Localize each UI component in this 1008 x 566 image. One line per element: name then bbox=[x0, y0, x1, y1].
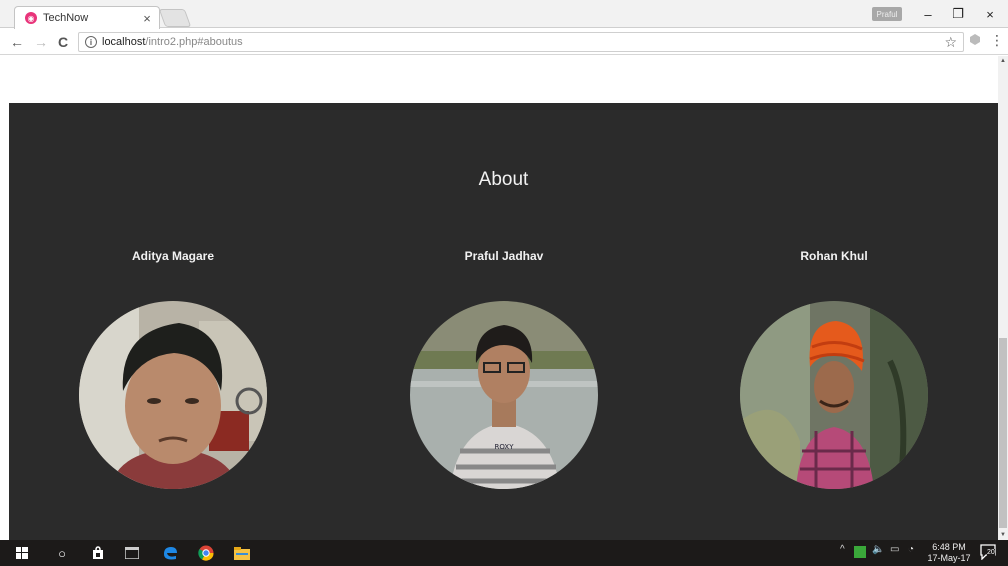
system-clock[interactable]: 6:48 PM 17-May-17 bbox=[924, 542, 974, 564]
file-explorer-icon[interactable] bbox=[232, 544, 252, 562]
new-tab-button[interactable] bbox=[158, 9, 192, 27]
browser-titlebar: ◉ TechNow × Praful – ❐ × bbox=[0, 0, 1008, 29]
member-photo bbox=[740, 301, 928, 489]
windows-start-icon[interactable] bbox=[12, 544, 32, 562]
member-name: Praful Jadhav bbox=[464, 249, 544, 263]
store-icon[interactable] bbox=[88, 544, 108, 562]
close-window-button[interactable]: × bbox=[976, 5, 1004, 23]
browser-toolbar: ← → C i localhost/intro2.php#aboutus ☆ bbox=[0, 29, 1008, 55]
about-section: About Aditya Magare Praful Jadhav ROXY R… bbox=[9, 103, 998, 540]
search-circle-icon[interactable]: ○ bbox=[52, 544, 72, 562]
chrome-menu-icon[interactable]: ⋮ bbox=[990, 32, 1004, 49]
clock-date: 17-May-17 bbox=[927, 553, 971, 563]
team-member-card: Rohan Khul bbox=[740, 249, 928, 489]
page-scrollbar[interactable]: ▲ ▼ bbox=[998, 56, 1008, 540]
volume-icon[interactable]: 🔈 bbox=[872, 544, 884, 555]
svg-text:ROXY: ROXY bbox=[495, 443, 515, 451]
url-host: localhost bbox=[102, 36, 146, 48]
windows-taskbar: ○ ^ 🔈 ▭ ◔ 6:48 PM 17-May-17 20 bbox=[0, 540, 1008, 566]
page-viewport: About Aditya Magare Praful Jadhav ROXY R… bbox=[0, 56, 998, 540]
member-name: Rohan Khul bbox=[800, 249, 868, 263]
scroll-thumb[interactable] bbox=[999, 338, 1007, 528]
team-member-card: Aditya Magare bbox=[79, 249, 267, 489]
profile-badge[interactable]: Praful bbox=[872, 7, 902, 21]
battery-icon[interactable]: ▭ bbox=[890, 544, 899, 555]
bookmark-star-icon[interactable]: ☆ bbox=[944, 34, 957, 51]
member-photo bbox=[79, 301, 267, 489]
reload-button[interactable]: C bbox=[54, 32, 72, 52]
tab-title: TechNow bbox=[43, 12, 89, 24]
member-name: Aditya Magare bbox=[131, 249, 215, 263]
extension-icon[interactable] bbox=[968, 32, 982, 46]
member-photo: ROXY bbox=[410, 301, 598, 489]
edge-browser-icon[interactable] bbox=[160, 544, 180, 562]
chrome-icon[interactable] bbox=[196, 544, 216, 562]
restore-button[interactable]: ❐ bbox=[944, 5, 972, 23]
tray-expand-icon[interactable]: ^ bbox=[840, 544, 845, 555]
forward-button[interactable]: → bbox=[32, 32, 50, 52]
scroll-up-arrow-icon[interactable]: ▲ bbox=[1000, 58, 1006, 64]
terminal-icon[interactable] bbox=[122, 544, 142, 562]
tray-app-icon[interactable] bbox=[854, 546, 866, 558]
back-button[interactable]: ← bbox=[8, 32, 26, 52]
wifi-icon[interactable]: ◔ bbox=[908, 544, 914, 555]
browser-tab[interactable]: ◉ TechNow × bbox=[14, 6, 160, 29]
about-heading: About bbox=[478, 169, 529, 190]
info-icon[interactable]: i bbox=[85, 36, 97, 48]
team-member-card: Praful Jadhav ROXY bbox=[410, 249, 598, 489]
minimize-button[interactable]: – bbox=[914, 5, 942, 23]
scroll-down-arrow-icon[interactable]: ▼ bbox=[1000, 532, 1006, 538]
technow-favicon-icon: ◉ bbox=[25, 12, 37, 24]
url-path: /intro2.php#aboutus bbox=[145, 36, 243, 48]
close-tab-icon[interactable]: × bbox=[139, 11, 155, 26]
clock-time: 6:48 PM bbox=[932, 542, 966, 552]
action-center-icon[interactable]: 20 bbox=[980, 544, 1000, 562]
notification-count: 20 bbox=[987, 549, 995, 556]
address-bar[interactable]: i localhost/intro2.php#aboutus ☆ bbox=[78, 32, 964, 52]
